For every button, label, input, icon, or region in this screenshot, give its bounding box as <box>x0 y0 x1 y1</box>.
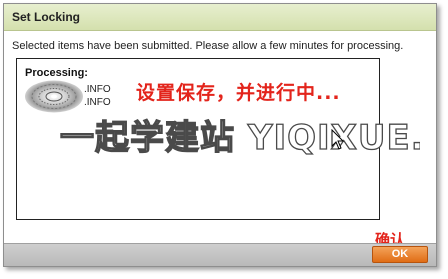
spinner-icon <box>25 80 83 113</box>
annotation-overlay: 设置保存，并进行中... <box>136 82 341 104</box>
ok-button[interactable]: OK <box>372 246 428 263</box>
processing-item: .INFO <box>84 97 111 108</box>
dialog-title-bar: Set Locking <box>4 4 436 31</box>
mouse-cursor-icon <box>331 129 345 150</box>
site-watermark: 一起学建站 YIQIXUE.NET <box>60 117 420 158</box>
svg-text:一起学建站 YIQIXUE.NET: 一起学建站 YIQIXUE.NET <box>60 118 420 158</box>
processing-item: .INFO <box>84 84 111 95</box>
dialog-title: Set Locking <box>12 10 81 24</box>
dialog-footer: OK <box>4 243 436 266</box>
status-message: Selected items have been submitted. Plea… <box>12 40 404 52</box>
processing-label: Processing: <box>25 67 88 79</box>
set-locking-dialog: Set Locking Selected items have been sub… <box>3 3 437 267</box>
